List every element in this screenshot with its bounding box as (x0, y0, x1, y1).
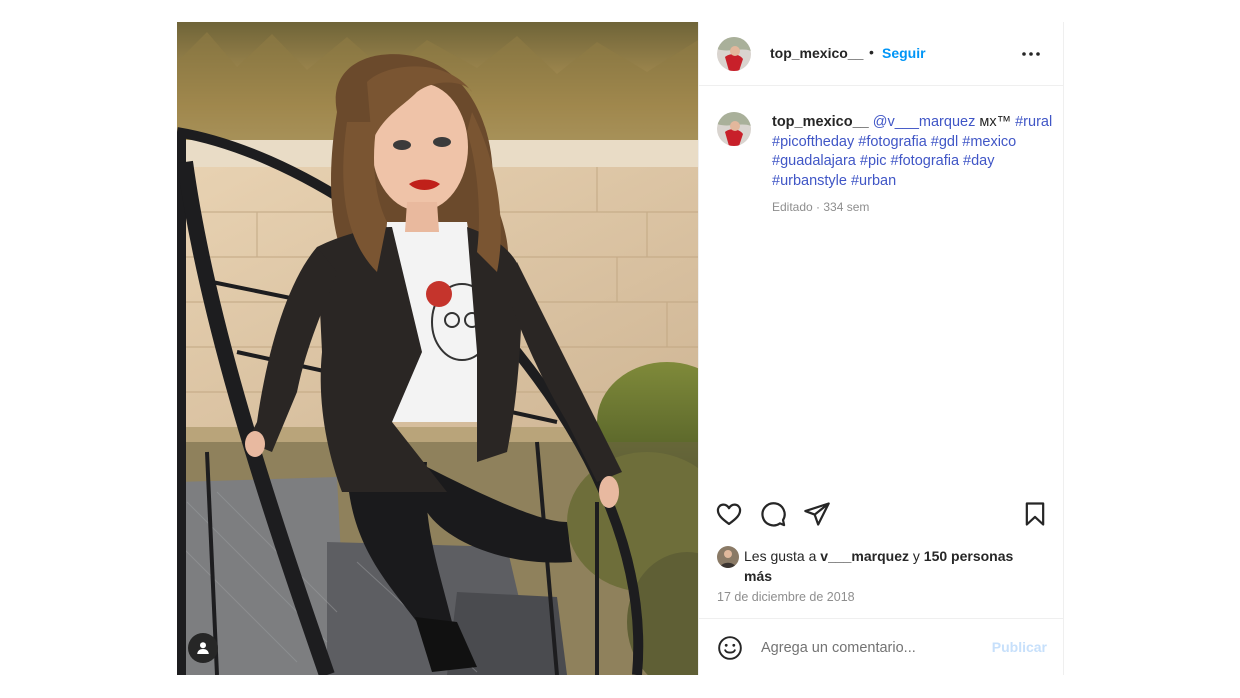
emoji-icon (718, 636, 742, 660)
caption-mention[interactable]: @v___marquez (873, 114, 976, 130)
caption-text: top_mexico__ @v___marquez ᴍx™ #rural #pi… (772, 113, 1054, 191)
caption-hashtags-2[interactable]: #picoftheday #fotografia #gdl #mexico (772, 134, 1016, 150)
follow-button[interactable]: Seguir (882, 45, 926, 61)
emoji-button[interactable] (717, 635, 743, 661)
post-photo-image (177, 22, 698, 675)
post-side-panel: top_mexico__ • Seguir top_mexico__ @v___… (698, 22, 1064, 675)
caption-hashtags-3[interactable]: #guadalajara #pic #fotografia #day (772, 153, 995, 169)
like-button[interactable] (715, 500, 743, 528)
more-options-button[interactable] (1019, 42, 1043, 66)
post-header: top_mexico__ • Seguir (699, 22, 1063, 86)
comment-input[interactable] (761, 637, 971, 659)
caption-author-avatar[interactable] (717, 112, 751, 146)
caption-hashtags-4[interactable]: #urbanstyle #urban (772, 173, 896, 189)
heart-icon (716, 503, 742, 526)
post-photo[interactable] (177, 22, 698, 675)
save-button[interactable] (1021, 500, 1049, 528)
post-caption: top_mexico__ @v___marquez ᴍx™ #rural #pi… (699, 86, 1063, 486)
caption-meta: Editado · 334 sem (772, 200, 870, 214)
separator-dot: • (869, 44, 874, 60)
action-bar (699, 498, 1063, 534)
likes-text: Les gusta a v___marquez y 150 personas m… (744, 547, 1034, 586)
liker-avatar[interactable] (717, 546, 739, 568)
bookmark-icon (1025, 502, 1045, 526)
publish-button[interactable]: Publicar (992, 639, 1047, 655)
caption-username[interactable]: top_mexico__ (772, 114, 869, 130)
share-button[interactable] (803, 500, 831, 528)
author-username[interactable]: top_mexico__ (770, 45, 863, 61)
likes-joiner: y (912, 548, 920, 564)
comment-icon (761, 502, 786, 527)
more-options-icon (1022, 52, 1040, 56)
liker-username[interactable]: v___marquez (820, 548, 909, 564)
share-icon (804, 502, 830, 526)
comment-bar: Publicar (699, 618, 1063, 675)
author-avatar[interactable] (717, 37, 751, 71)
comment-button[interactable] (759, 500, 787, 528)
user-tag-icon (197, 642, 209, 654)
post-date[interactable]: 17 de diciembre de 2018 (717, 590, 855, 604)
likes-prefix: Les gusta a (744, 548, 817, 564)
instagram-post: top_mexico__ • Seguir top_mexico__ @v___… (177, 22, 1064, 675)
user-tag-button[interactable] (188, 633, 218, 663)
caption-hashtags-1[interactable]: #rural (1015, 114, 1052, 130)
caption-mx-text: ᴍx™ (979, 114, 1012, 130)
